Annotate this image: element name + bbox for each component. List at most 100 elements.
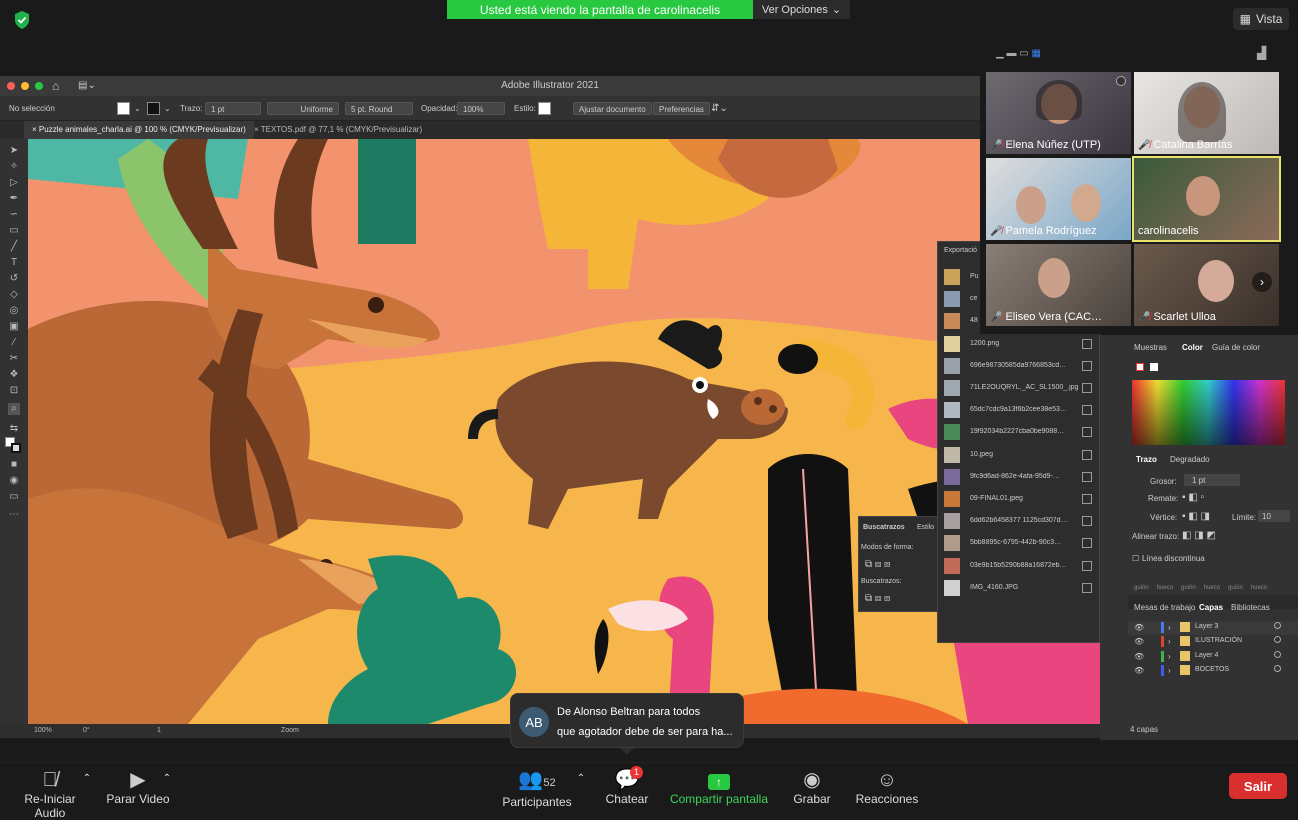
close-icon[interactable]: × [254,125,261,134]
visibility-eye-icon[interactable]: 👁 [1134,637,1144,646]
chevron-down-icon[interactable]: ⌄ [134,102,141,115]
export-icon[interactable] [1082,538,1092,549]
chevron-right-icon[interactable]: › [1168,637,1171,646]
magic-wand-icon[interactable]: ✧ [8,161,20,173]
swap-colors-icon[interactable]: ⇆ [8,423,20,435]
video-tile-active-speaker[interactable]: carolinacelis [1132,156,1281,242]
close-icon[interactable]: × [32,125,39,134]
chevron-up-icon[interactable]: ⌃ [574,773,588,784]
chevron-right-icon[interactable]: › [1168,666,1171,675]
type-tool-icon[interactable]: T [8,257,20,269]
pen-tool-icon[interactable]: ✒ [8,193,20,205]
tab-style[interactable]: Estilo [917,524,934,531]
gallery-view-icons[interactable]: ▁ ▬ ▭ ▦ [996,48,1041,59]
artboard-tool-icon[interactable]: ⊡ [8,385,20,397]
paintbrush-icon[interactable]: ╱ [8,241,20,253]
target-icon[interactable] [1274,636,1281,644]
eyedropper-icon[interactable]: ⁄ [8,337,20,349]
tab-libraries[interactable]: Bibliotecas [1231,603,1270,612]
export-asset-row[interactable]: 03e9b15b5290b88a16872eb… [938,555,1098,577]
color-mode-icon[interactable]: ■ [8,459,20,471]
tab-layers[interactable]: Capas [1199,603,1223,612]
white-swatch-icon[interactable] [1150,363,1158,371]
participants-button[interactable]: 👥52 Participantes [500,768,574,809]
chevron-up-icon[interactable]: ⌃ [80,773,94,784]
tab-artboards[interactable]: Mesas de trabajo [1134,603,1195,612]
zoom-level[interactable]: 100% [34,727,52,734]
limit-input[interactable]: 10 [1258,510,1290,522]
export-icon[interactable] [1082,360,1092,371]
symbol-sprayer-icon[interactable]: ❖ [8,369,20,381]
none-swatch-icon[interactable] [1136,363,1144,371]
exit-fullscreen-icon[interactable]: ▟ [1257,46,1266,60]
video-tile[interactable]: 🎤̸ Eliseo Vera (CAC… [986,244,1131,326]
tab-stroke[interactable]: Trazo [1136,455,1157,464]
chevron-right-icon[interactable]: › [1168,623,1171,632]
export-asset-row[interactable]: 09-FINAL01.jpeg [938,488,1098,510]
export-icon[interactable] [1082,405,1092,416]
tab-textos[interactable]: × TEXTOS.pdf @ 77,1 % (CMYK/Previsualiza… [246,121,430,139]
export-icon[interactable] [1082,383,1092,393]
export-icon[interactable] [1082,560,1092,571]
stroke-color-icon[interactable] [11,443,21,453]
export-asset-row[interactable]: 10.jpeg [938,444,1098,466]
zoom-tool-icon[interactable]: ⌕ [8,403,20,415]
tab-color-guide[interactable]: Guía de color [1212,343,1260,352]
rotation-angle[interactable]: 0° [83,727,90,734]
align-icons[interactable]: ◧ ◨ ◩ [1182,530,1216,541]
visibility-eye-icon[interactable]: 👁 [1134,652,1144,661]
export-asset-row[interactable]: 71LE2OUQRYL._AC_SL1500_.jpg [938,377,1098,399]
tab-color[interactable]: Color [1182,343,1203,352]
target-icon[interactable] [1274,650,1281,658]
shape-mode-icons[interactable]: ⧉ ⧈ ⧇ [865,559,890,570]
video-tile[interactable]: 🎤̸ Elena Núñez (UTP) [986,72,1131,154]
export-asset-row[interactable]: 5bb8895c-6795-442b-90c3… [938,532,1098,554]
target-icon[interactable] [1274,664,1281,672]
selection-tool-icon[interactable]: ➤ [8,145,20,157]
stroke-profile-select[interactable]: Uniforme [267,102,339,115]
export-asset-row[interactable]: 9fc9d6ad-862e-4afa-95d9-… [938,466,1098,488]
stroke-swatch[interactable] [147,102,160,115]
rotate-tool-icon[interactable]: ↺ [8,273,20,285]
blend-tool-icon[interactable]: ✂ [8,353,20,365]
cap-icons[interactable]: ▪ ◧ ▫ [1182,492,1204,503]
next-page-icon[interactable]: › [1252,272,1272,292]
export-asset-row[interactable]: 19f92034b2227cba0be9088… [938,421,1098,443]
more-tools-icon[interactable]: ⋯ [8,509,20,521]
export-asset-row[interactable]: 696e98730585da9766853cd… [938,355,1098,377]
curvature-tool-icon[interactable]: ∽ [8,209,20,221]
gradient-tool-icon[interactable]: ▣ [8,321,20,333]
style-swatch[interactable] [538,102,551,115]
dashed-checkbox[interactable]: ☐ [1132,554,1139,563]
layer-row[interactable]: 👁 › BOCETOS [1128,664,1298,678]
tab-pathfinder[interactable]: Buscatrazos [863,524,905,531]
chevron-down-icon[interactable]: ⌄ [164,102,171,115]
export-icon[interactable] [1082,471,1092,482]
leave-button[interactable]: Salir [1229,773,1287,799]
opacity-input[interactable]: 100% [457,102,505,115]
export-icon[interactable] [1082,494,1092,504]
reactions-button[interactable]: ☺ Reacciones [852,768,922,806]
view-options-button[interactable]: Ver Opciones ⌄ [753,0,850,19]
artboard-number[interactable]: 1 [157,727,161,734]
export-icon[interactable] [1082,427,1092,438]
arrange-icon[interactable]: ⇵⌄ [711,102,728,115]
export-icon[interactable] [1082,582,1092,593]
visibility-eye-icon[interactable]: 👁 [1134,623,1144,632]
video-tile[interactable]: 🎤̸ Catalina Barrías [1134,72,1279,154]
layer-row[interactable]: 👁 › ILUSTRACIÓN [1128,635,1298,649]
layer-row[interactable]: 👁 › Layer 3 [1128,621,1298,635]
stroke-weight-input[interactable]: 1 pt [205,102,261,115]
weight-input[interactable]: 1 pt [1184,474,1240,486]
export-asset-row[interactable]: 6dd62b6458377 1125cd307d… [938,510,1098,532]
chevron-up-icon[interactable]: ⌃ [160,773,174,784]
export-asset-row[interactable]: IMG_4160.JPG [938,577,1098,599]
chat-button[interactable]: 💬 1 Chatear [600,766,654,806]
corner-icons[interactable]: ▪ ◧ ◨ [1182,511,1210,522]
export-icon[interactable] [1082,516,1092,527]
export-asset-row[interactable]: 65dc7cdc9a13f6b2cee38e53… [938,399,1098,421]
tab-swatches[interactable]: Muestras [1134,343,1167,352]
warp-tool-icon[interactable]: ◎ [8,305,20,317]
layer-row[interactable]: 👁 › Layer 4 [1128,650,1298,664]
eraser-icon[interactable]: ◇ [8,289,20,301]
